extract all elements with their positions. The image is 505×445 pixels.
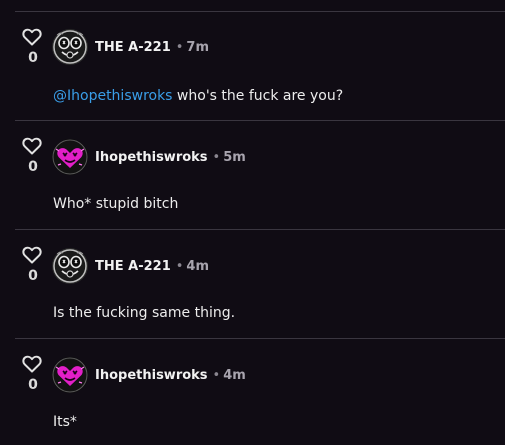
comment-text: @Ihopethiswroks who's the fuck are you? [53,87,343,105]
comment-meta: Ihopethiswroks • 5m [95,150,246,166]
comment: 0 Ihopethiswroks • 4m Its* [0,338,505,445]
timestamp: 5m [223,150,246,165]
comment-text: Is the fucking same thing. [53,304,235,322]
username[interactable]: THE A-221 [95,40,171,55]
separator-dot: • [212,368,221,383]
gasmask-avatar-icon [52,29,88,65]
username[interactable]: THE A-221 [95,259,171,274]
pink-heart-avatar-icon [52,357,88,393]
comment-text: Who* stupid bitch [53,195,178,213]
timestamp: 4m [223,368,246,383]
comment-body: Is the fucking same thing. [53,305,236,321]
avatar[interactable] [52,357,88,393]
comment: 0 THE A-221 • 4m Is the fucking same thing… [0,229,505,338]
timestamp: 7m [186,40,210,55]
comment-meta: THE A-221 • 7m [95,40,209,56]
comment-thread: 0 THE A-221 • 7m @Ihopethiswroks who's the… [0,0,505,445]
pink-heart-avatar-icon [52,139,88,175]
like-control: 0 [22,28,42,66]
comment: 0 Ihopethiswroks • 5m Who* stupid bitch [0,120,505,229]
heart-icon[interactable] [22,28,42,46]
username[interactable]: Ihopethiswroks [95,368,208,383]
separator-dot: • [175,40,184,55]
like-count: 0 [28,377,38,393]
like-control: 0 [22,355,42,393]
separator-dot: • [175,259,184,274]
like-control: 0 [22,246,42,284]
comment-body: Who* stupid bitch [53,196,179,212]
avatar[interactable] [52,248,88,284]
comment-body: who's the fuck are you? [172,88,344,104]
comment: 0 THE A-221 • 7m @Ihopethiswroks who's the… [0,11,505,120]
username[interactable]: Ihopethiswroks [95,150,208,165]
comment-text: Its* [53,413,77,431]
gasmask-avatar-icon [52,248,88,284]
mention-link[interactable]: @Ihopethiswroks [53,88,172,104]
heart-icon[interactable] [22,355,42,373]
heart-icon[interactable] [22,246,42,264]
avatar[interactable] [52,29,88,65]
heart-icon[interactable] [22,137,42,155]
like-control: 0 [22,137,42,175]
like-count: 0 [28,50,38,66]
like-count: 0 [28,268,38,284]
separator-dot: • [212,150,221,165]
comment-body: Its* [53,414,77,430]
timestamp: 4m [186,259,210,274]
avatar[interactable] [52,139,88,175]
like-count: 0 [28,159,38,175]
comment-meta: Ihopethiswroks • 4m [95,368,246,384]
comment-meta: THE A-221 • 4m [95,259,209,275]
